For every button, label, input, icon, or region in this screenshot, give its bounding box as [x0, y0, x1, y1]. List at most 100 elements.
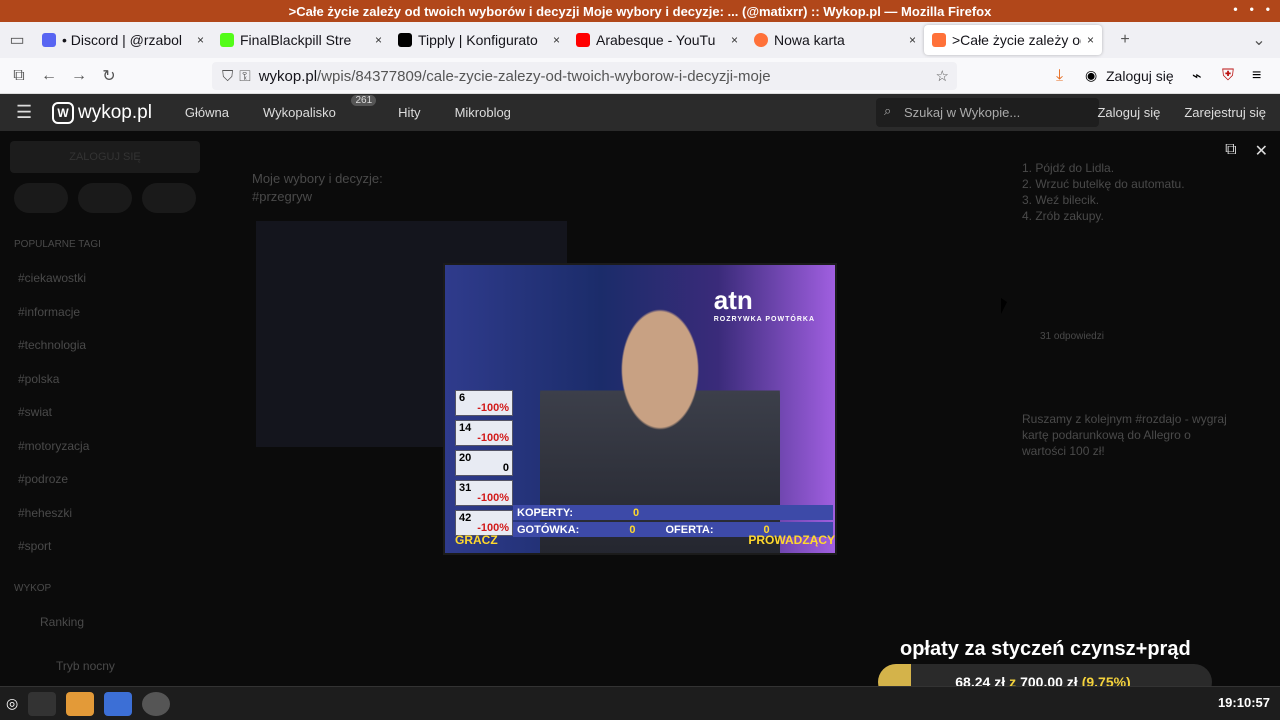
taskbar: ◎ 19:10:57 — [0, 686, 1280, 720]
open-external-icon[interactable]: ⧉ — [1225, 141, 1236, 161]
gracz-label: GRACZ — [455, 533, 498, 547]
files-icon[interactable] — [66, 691, 95, 716]
lock-icon: ⚿ — [239, 67, 251, 85]
start-menu-icon[interactable]: ◎ — [6, 695, 18, 712]
wykop-login-link[interactable]: Zaloguj się — [1097, 105, 1160, 120]
replies-count: 31 odpowiedzi — [1040, 331, 1104, 342]
sidebar-login-button: ZALOGUJ SIĘ — [10, 141, 200, 173]
search-icon: ⌕ — [884, 103, 892, 118]
ublock-icon[interactable]: ⛨ — [1222, 67, 1234, 85]
back-button[interactable]: ← — [34, 67, 64, 85]
nav-hity[interactable]: Hity — [398, 105, 420, 120]
wykop-section-header: WYKOP — [14, 583, 52, 594]
login-button[interactable]: Zaloguj się — [1106, 68, 1174, 84]
close-window-button[interactable]: • — [1266, 2, 1270, 16]
discord-icon — [42, 33, 56, 47]
terminal-icon[interactable] — [28, 691, 57, 716]
list-all-tabs-icon[interactable]: ⌄ — [1244, 30, 1274, 50]
tab-tipply[interactable]: Tipply | Konfigurato × — [390, 22, 568, 58]
auth-links: Zaloguj się Zarejestruj się — [1097, 94, 1266, 131]
tab-overview-icon[interactable]: ▭ — [0, 30, 34, 50]
ranking-link: Ranking — [40, 615, 85, 629]
close-tab-icon[interactable]: × — [1087, 33, 1094, 47]
score-column: 6 -100% 14 -100% 20 0 31 -100% 42 -100% — [455, 390, 513, 536]
close-tab-icon[interactable]: × — [197, 33, 204, 47]
role-labels: GRACZ PROWADZĄCY — [455, 533, 835, 547]
maximize-button[interactable]: • — [1250, 2, 1254, 16]
firefox-icon — [754, 33, 768, 47]
lightbox-backdrop[interactable]: ZALOGUJ SIĘ POPULARNE TAGI #ciekawostki … — [0, 131, 1280, 686]
apple-login-icon — [142, 183, 196, 213]
mouse-cursor — [1001, 298, 1007, 314]
right-line: 2. Wrzuć butelkę do automatu. — [1022, 177, 1185, 191]
tag-item: #podroze — [18, 472, 69, 486]
forward-button[interactable]: → — [64, 67, 94, 85]
close-tab-icon[interactable]: × — [909, 33, 916, 47]
wykopalisko-badge: 261 — [351, 95, 377, 106]
post-tag: #przegryw — [252, 189, 312, 204]
nav-mikroblog[interactable]: Mikroblog — [455, 105, 511, 120]
wykop-register-link[interactable]: Zarejestruj się — [1184, 105, 1266, 120]
tab-wykop[interactable]: >Całe życie zależy od × — [924, 25, 1102, 55]
kick-icon — [220, 33, 234, 47]
lightbox-image: atn ROZRYWKA POWTÓRKA 6 -100% 14 -100% 20 0… — [443, 263, 837, 555]
score-box: 6 -100% — [455, 390, 513, 416]
url-bar[interactable]: ⛉ ⚿ wykop.pl /wpis/84377809/cale-zycie-z… — [212, 62, 957, 90]
wykop-logo[interactable]: W wykop.pl — [52, 101, 152, 124]
bookmark-star-icon[interactable]: ☆ — [936, 67, 949, 85]
search-input[interactable]: ⌕ Szukaj w Wykopie... — [876, 98, 1099, 127]
tab-youtube[interactable]: Arabesque - YouTu × — [568, 22, 746, 58]
account-icon[interactable]: ◉ — [1085, 67, 1097, 84]
firefox-taskbar-icon[interactable] — [104, 691, 133, 716]
score-box: 31 -100% — [455, 480, 513, 506]
tag-item: #informacje — [18, 304, 81, 319]
close-tab-icon[interactable]: × — [731, 33, 738, 47]
navigation-toolbar: ⧉ ← → ↻ ⛉ ⚿ wykop.pl /wpis/84377809/cale… — [0, 58, 1280, 94]
window-title: >Całe życie zależy od twoich wyborów i d… — [288, 3, 992, 19]
app-icon[interactable] — [142, 691, 171, 716]
tab-bar: ▭ • Discord | @rzabol × FinalBlackpill St… — [0, 22, 1280, 58]
youtube-icon — [576, 33, 590, 47]
extensions-icon[interactable]: ⌁ — [1192, 66, 1202, 86]
dark-mode-toggle: Tryb nocny — [56, 659, 115, 673]
tag-item: #polska — [18, 371, 60, 386]
popular-tags-list: #ciekawostki #informacje #technologia #p… — [18, 271, 89, 573]
url-host: wykop.pl — [258, 67, 318, 85]
tag-item: #swiat — [18, 405, 53, 419]
close-icon[interactable]: ✕ — [1255, 141, 1268, 161]
download-icon[interactable]: ⤓ — [1056, 67, 1063, 85]
close-tab-icon[interactable]: × — [553, 33, 560, 47]
ad-post-text: Ruszamy z kolejnym #rozdajo - wygraj kar… — [1022, 412, 1227, 458]
right-line: 3. Weź bilecik. — [1022, 193, 1100, 207]
score-box: 20 0 — [455, 450, 513, 476]
shield-icon: ⛉ — [222, 67, 234, 85]
minimize-button[interactable]: • — [1233, 2, 1237, 16]
tag-item: #sport — [18, 539, 52, 553]
tab-discord[interactable]: • Discord | @rzabol × — [34, 22, 212, 58]
tab-kick[interactable]: FinalBlackpill Stre × — [212, 22, 390, 58]
lightbox-controls: ⧉ ✕ — [1225, 141, 1268, 161]
new-tab-button[interactable]: + — [1110, 31, 1140, 49]
nav-glowna[interactable]: Główna — [185, 105, 229, 120]
tag-item: #technologia — [18, 338, 87, 352]
facebook-login-icon — [78, 183, 132, 213]
goal-title: opłaty za styczeń czynsz+prąd — [900, 638, 1191, 660]
close-tab-icon[interactable]: × — [375, 33, 382, 47]
tag-item: #ciekawostki — [18, 271, 87, 285]
hamburger-icon[interactable]: ☰ — [16, 102, 32, 123]
menu-icon[interactable]: ≡ — [1252, 67, 1261, 85]
atn-logo: atn ROZRYWKA POWTÓRKA — [713, 285, 815, 323]
wykop-header: ☰ W wykop.pl Główna Wykopalisko 261 Hity… — [0, 94, 1280, 131]
google-login-icon — [14, 183, 68, 213]
right-line: 4. Zrób zakupy. — [1022, 209, 1104, 223]
sidebar-icon[interactable]: ⧉ — [4, 67, 34, 85]
wykop-logo-icon: W — [52, 101, 74, 124]
clock: 19:10:57 — [1217, 695, 1270, 710]
wykop-favicon-icon — [932, 33, 946, 47]
url-path: /wpis/84377809/cale-zycie-zalezy-od-twoi… — [317, 67, 771, 85]
nav-wykopalisko[interactable]: Wykopalisko 261 — [263, 95, 377, 120]
tab-new-tab[interactable]: Nowa karta × — [746, 22, 924, 58]
reload-button[interactable]: ↻ — [94, 66, 124, 86]
window-controls: • • • — [1233, 2, 1270, 16]
window-titlebar: >Całe życie zależy od twoich wyborów i d… — [0, 0, 1280, 22]
